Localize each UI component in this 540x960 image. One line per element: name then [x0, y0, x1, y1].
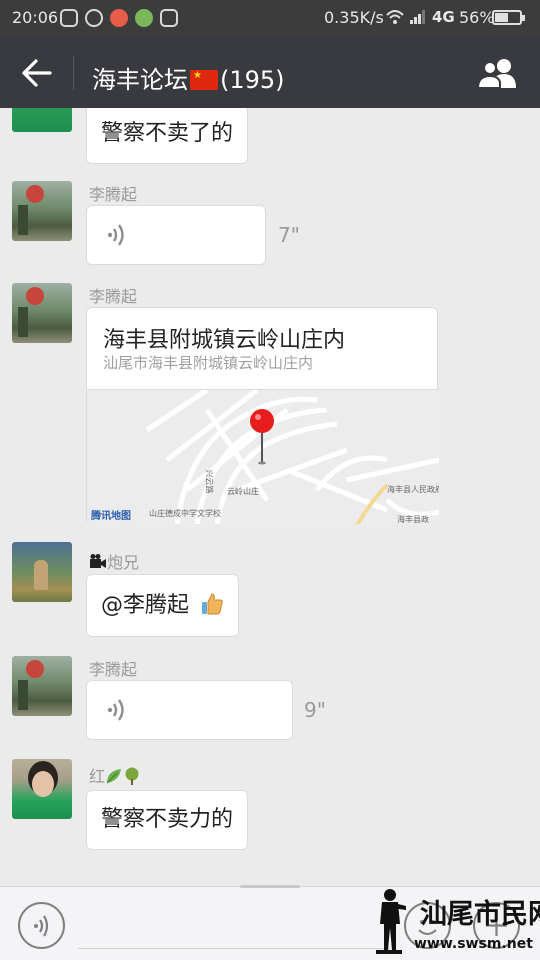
back-arrow-icon[interactable] [20, 58, 54, 88]
wifi-icon [386, 10, 404, 24]
map-label: 海丰县人民政府 [387, 485, 439, 494]
voice-wave-icon [107, 699, 124, 721]
chat-messages[interactable]: 警察不卖了的 李腾起 7" 李腾起 海丰县附城镇云岭山庄内 汕尾市海丰县附城镇云… [0, 108, 540, 886]
avatar[interactable] [12, 542, 72, 602]
app-red-icon [110, 9, 128, 27]
voice-duration: 7" [278, 223, 300, 247]
message-bubble[interactable]: @李腾起 [86, 574, 240, 637]
map-label: 兴云路 [204, 469, 214, 494]
member-count: (195) [220, 66, 285, 94]
message-text: 警察不卖力的 [101, 807, 234, 832]
sender-name-text: 炮兄 [107, 553, 140, 572]
watermark-figure-icon [376, 889, 406, 954]
voice-toggle-icon [34, 915, 49, 937]
map-brand: 腾讯地图 [91, 511, 131, 522]
mention-text: @李腾起 [101, 593, 190, 618]
voice-message-bubble[interactable] [86, 205, 266, 265]
avatar[interactable] [12, 181, 72, 241]
battery-percent: 56% [459, 8, 495, 27]
avatar[interactable] [12, 656, 72, 716]
message-input[interactable] [78, 897, 390, 949]
sender-name: 李腾起 [89, 185, 138, 204]
voice-message-bubble[interactable] [86, 680, 293, 740]
title-divider [73, 56, 74, 90]
sender-name: 李腾起 [89, 287, 138, 306]
chat-icon [60, 9, 78, 27]
chat-title: 海丰论坛 (195) [92, 60, 285, 95]
tree-icon [125, 767, 139, 785]
avatar[interactable] [12, 759, 72, 819]
voice-input-button[interactable] [18, 902, 65, 949]
sender-name: 李腾起 [89, 660, 138, 679]
avatar[interactable] [12, 283, 72, 343]
location-message-bubble[interactable]: 海丰县附城镇云岭山庄内 汕尾市海丰县附城镇云岭山庄内 兴云路 云岭山庄 海丰县人… [86, 307, 439, 524]
voice-wave-icon [107, 224, 124, 246]
voice-duration: 9" [304, 698, 326, 722]
map-pin [250, 409, 274, 433]
title-bar: 海丰论坛 (195) [0, 36, 540, 108]
location-address: 汕尾市海丰县附城镇云岭山庄内 [103, 354, 314, 372]
message-bubble[interactable]: 警察不卖力的 [86, 790, 249, 850]
camera-icon [90, 554, 106, 568]
avatar[interactable] [12, 108, 72, 132]
watermark: 汕尾市民网 www.swsm.net [376, 888, 540, 956]
network-speed: 0.35K/s [324, 8, 384, 27]
map-label: 云岭山庄 [227, 487, 259, 496]
app-green-icon [135, 9, 153, 27]
message-bubble[interactable]: 警察不卖了的 [86, 108, 249, 164]
notification-icons [60, 9, 178, 27]
map-label: 山庄德成中学文学校 [149, 509, 221, 518]
message-text: @李腾起 [87, 575, 238, 636]
thumbs-up-icon [202, 593, 223, 615]
map-roads [145, 390, 439, 524]
sender-name: 红 [89, 763, 141, 787]
watermark-url: www.swsm.net [414, 936, 533, 952]
location-title: 海丰县附城镇云岭山庄内 [103, 328, 346, 353]
qq-icon [85, 9, 103, 27]
location-map[interactable]: 兴云路 云岭山庄 海丰县人民政府 山庄德成中学文学校 海丰县政 腾讯地图 [87, 389, 439, 524]
network-type: 4G [432, 8, 455, 26]
sender-name: 炮兄 [89, 549, 139, 573]
status-bar: 20:06 0.35K/s 4G 56% [0, 0, 540, 36]
scroll-handle[interactable] [240, 885, 300, 888]
sender-name-text: 红 [89, 767, 106, 786]
group-name: 海丰论坛 [92, 66, 188, 94]
china-flag-icon [190, 70, 218, 90]
signal-icon [410, 10, 425, 24]
map-label: 海丰县政 [397, 515, 429, 524]
watermark-text: 汕尾市民网 [420, 899, 540, 930]
group-members-icon[interactable] [476, 58, 520, 88]
battery-fill [495, 13, 509, 22]
screenshot-icon [160, 9, 178, 27]
leaf-icon [106, 769, 122, 784]
status-time: 20:06 [12, 8, 59, 27]
battery-icon [492, 10, 525, 25]
message-text: 警察不卖了的 [101, 121, 234, 146]
